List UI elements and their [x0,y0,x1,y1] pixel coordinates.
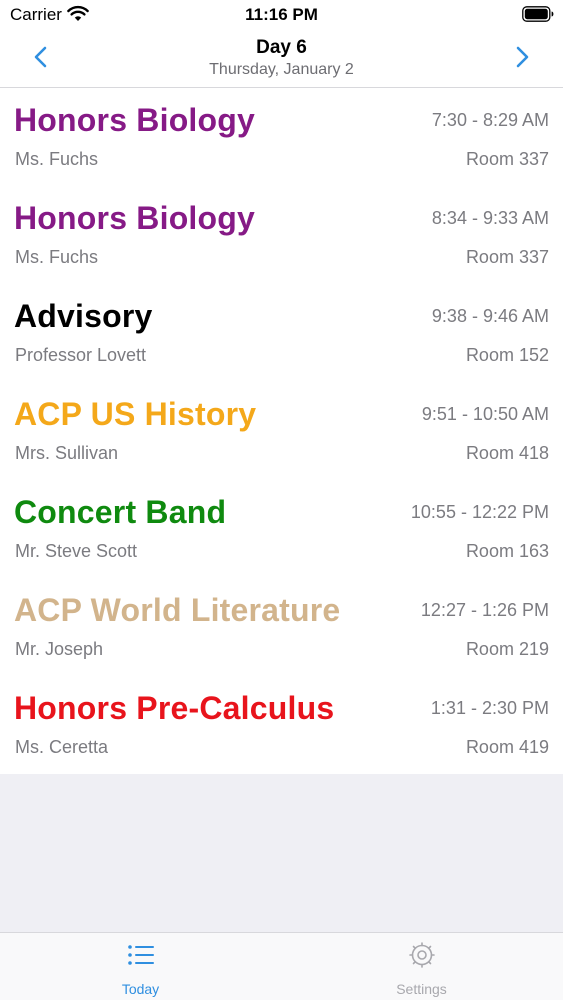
class-time: 7:30 - 8:29 AM [431,110,549,130]
room-number: Room 419 [465,737,549,757]
battery-icon [522,6,554,22]
teacher-name: Mr. Joseph [15,639,104,659]
teacher-name: Mr. Steve Scott [15,541,138,561]
teacher-name: Ms. Fuchs [15,149,99,169]
period-row[interactable]: ACP US History 9:51 - 10:50 AM Mrs. Sull… [0,382,563,480]
tab-today-label: Today [121,981,160,997]
room-number: Room 163 [465,541,549,561]
room-number: Room 418 [465,443,549,463]
class-name: ACP US History [14,396,257,432]
period-row[interactable]: Honors Biology 7:30 - 8:29 AM Ms. Fuchs … [0,88,563,186]
period-row[interactable]: Advisory 9:38 - 9:46 AM Professor Lovett… [0,284,563,382]
class-name: ACP World Literature [14,592,341,628]
period-row[interactable]: Honors Pre-Calculus 1:31 - 2:30 PM Ms. C… [0,676,563,774]
tab-settings[interactable]: Settings [281,933,562,1000]
room-number: Room 337 [465,149,549,169]
class-time: 1:31 - 2:30 PM [430,698,549,718]
room-number: Room 152 [465,345,549,365]
class-time: 10:55 - 12:22 PM [410,502,549,522]
nav-bar: Day 6 Thursday, January 2 [0,30,563,88]
teacher-name: Ms. Fuchs [15,247,99,267]
schedule-list: Honors Biology 7:30 - 8:29 AM Ms. Fuchs … [0,88,563,774]
day-title: Day 6 [256,37,307,58]
next-day-button[interactable] [507,42,535,72]
app-screen: Carrier 11:16 PM Day 6 Thursday, January… [0,0,563,1000]
room-number: Room 337 [465,247,549,267]
tab-settings-label: Settings [396,981,447,997]
room-number: Room 219 [465,639,549,659]
class-time: 8:34 - 9:33 AM [431,208,549,228]
class-time: 12:27 - 1:26 PM [420,600,549,620]
teacher-name: Mrs. Sullivan [15,443,119,463]
list-icon [128,945,154,965]
gear-icon [409,942,435,968]
date-subtitle: Thursday, January 2 [209,61,354,78]
class-time: 9:51 - 10:50 AM [421,404,549,424]
class-name: Honors Biology [14,200,256,236]
tab-today[interactable]: Today [0,933,281,1000]
status-bar: Carrier 11:16 PM [0,0,563,30]
status-time: 11:16 PM [245,5,318,24]
period-row[interactable]: ACP World Literature 12:27 - 1:26 PM Mr.… [0,578,563,676]
teacher-name: Ms. Ceretta [15,737,109,757]
class-name: Honors Biology [14,102,256,138]
chevron-right-icon [516,46,529,68]
class-name: Advisory [14,298,153,334]
class-name: Concert Band [14,494,227,530]
class-name: Honors Pre-Calculus [14,690,335,726]
tab-bar: Today Settings [0,932,563,1000]
period-row[interactable]: Honors Biology 8:34 - 9:33 AM Ms. Fuchs … [0,186,563,284]
period-row[interactable]: Concert Band 10:55 - 12:22 PM Mr. Steve … [0,480,563,578]
teacher-name: Professor Lovett [15,345,147,365]
class-time: 9:38 - 9:46 AM [431,306,549,326]
